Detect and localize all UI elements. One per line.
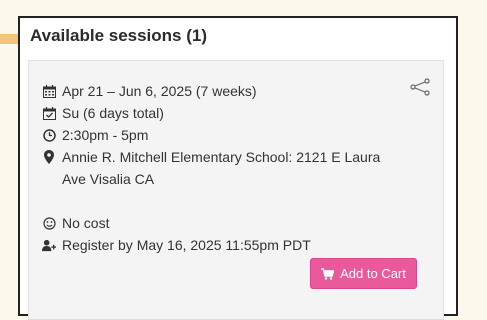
session-register-row: Register by May 16, 2025 11:55pm PDT xyxy=(42,236,402,256)
share-icon[interactable] xyxy=(410,78,430,96)
panel-title: Available sessions (1) xyxy=(30,26,208,45)
calendar-check-icon xyxy=(42,104,56,122)
session-time: 2:30pm - 5pm xyxy=(62,127,149,143)
session-dates-row: Apr 21 – Jun 6, 2025 (7 weeks) xyxy=(42,82,402,102)
session-days: Su (6 days total) xyxy=(62,105,164,121)
smile-icon xyxy=(42,214,56,232)
session-time-row: 2:30pm - 5pm xyxy=(42,126,402,146)
session-dates: Apr 21 – Jun 6, 2025 (7 weeks) xyxy=(62,83,257,99)
map-pin-icon xyxy=(42,148,56,166)
sessions-panel: Available sessions (1) Apr 21 – Jun 6, 2… xyxy=(18,16,458,320)
calendar-icon xyxy=(42,82,56,100)
add-to-cart-button[interactable]: Add to Cart xyxy=(310,258,417,289)
session-location: Annie R. Mitchell Elementary School: 212… xyxy=(62,149,381,187)
session-cost: No cost xyxy=(62,215,110,231)
shopping-cart-icon xyxy=(321,267,335,280)
clock-icon xyxy=(42,126,56,144)
session-location-row: Annie R. Mitchell Elementary School: 212… xyxy=(42,148,402,190)
add-to-cart-label: Add to Cart xyxy=(340,266,406,281)
user-plus-icon xyxy=(42,236,56,254)
session-cost-row: No cost xyxy=(42,214,402,234)
session-days-row: Su (6 days total) xyxy=(42,104,402,124)
session-register-by: Register by May 16, 2025 11:55pm PDT xyxy=(62,237,311,253)
session-card: Apr 21 – Jun 6, 2025 (7 weeks) Su (6 day… xyxy=(28,60,444,320)
